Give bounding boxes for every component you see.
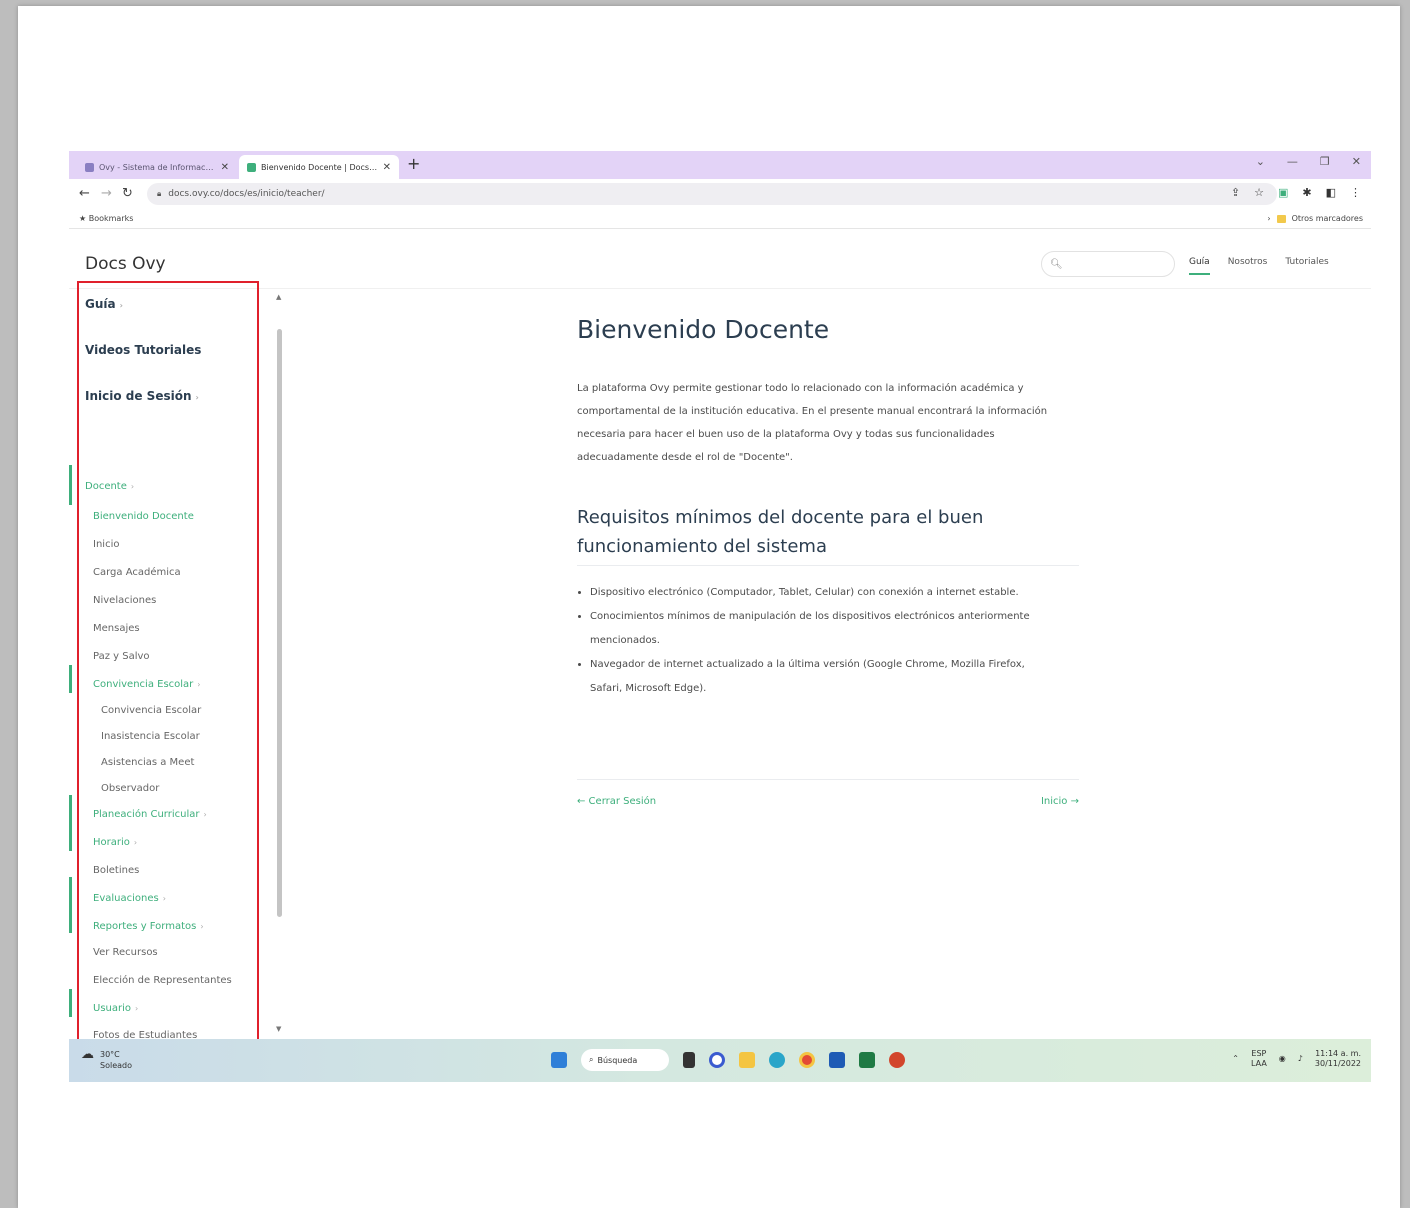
star-icon[interactable]: ☆ xyxy=(1254,186,1264,199)
site-header: Docs Ovy 🔍︎ Guía Nosotros Tutoriales xyxy=(69,239,1371,289)
taskbar: ☁︎ 30°C Soleado ⌕ Búsqueda ⌃ ESP LAA ◉ ♪… xyxy=(69,1039,1371,1082)
taskbar-search[interactable]: ⌕ Búsqueda xyxy=(581,1049,669,1071)
browser-screenshot: Ovy - Sistema de Información p ✕ Bienven… xyxy=(69,151,1371,1082)
bookmarks-bar: ★ Bookmarks › Otros marcadores xyxy=(69,209,1371,229)
lock-icon: 🔒︎ xyxy=(157,189,162,198)
requirements-list: Dispositivo electrónico (Computador, Tab… xyxy=(590,581,1060,701)
clock-time: 11:14 a. m. xyxy=(1315,1049,1361,1058)
minimize-icon[interactable]: — xyxy=(1287,155,1298,168)
taskbar-apps: ⌕ Búsqueda xyxy=(551,1049,905,1071)
chevron-icon: › xyxy=(1267,214,1271,223)
search-icon: ⌕ xyxy=(589,1055,594,1064)
close-tab-icon[interactable]: ✕ xyxy=(221,162,229,173)
weather-desc: Soleado xyxy=(100,1061,132,1070)
language-text: ESP xyxy=(1251,1049,1267,1058)
search-icon: 🔍︎ xyxy=(1050,258,1063,270)
wifi-icon[interactable]: ◉ xyxy=(1279,1054,1286,1064)
section-title: Requisitos mínimos del docente para el b… xyxy=(577,503,1079,566)
site-brand[interactable]: Docs Ovy xyxy=(85,254,166,274)
volume-icon[interactable]: ♪ xyxy=(1298,1054,1303,1064)
taskbar-search-label: Búsqueda xyxy=(597,1055,638,1065)
clock[interactable]: 11:14 a. m. 30/11/2022 xyxy=(1315,1049,1361,1069)
browser-toolbar: ← → ↻ 🔒︎ docs.ovy.co/docs/es/inicio/teac… xyxy=(69,179,1371,209)
other-bookmarks[interactable]: › Otros marcadores xyxy=(1267,214,1363,223)
scroll-down-icon[interactable]: ▼ xyxy=(276,1025,281,1033)
tab-search-icon[interactable]: ⌄ xyxy=(1256,155,1265,168)
folder-icon xyxy=(1276,214,1286,223)
forward-icon[interactable]: → xyxy=(101,186,112,201)
nav-tutoriales[interactable]: Tutoriales xyxy=(1285,257,1328,275)
sidebar-active-marker xyxy=(69,877,72,933)
docs-app: Docs Ovy 🔍︎ Guía Nosotros Tutoriales Guí… xyxy=(69,239,1371,1045)
clock-date: 30/11/2022 xyxy=(1314,1059,1361,1068)
language-layout: LAA xyxy=(1250,1059,1267,1068)
tab-ovy-sistema[interactable]: Ovy - Sistema de Información p ✕ xyxy=(77,155,237,179)
chat-icon[interactable] xyxy=(709,1052,725,1068)
document-page: Ovy - Sistema de Información p ✕ Bienven… xyxy=(18,6,1400,1208)
scroll-thumb[interactable] xyxy=(277,329,282,917)
close-window-icon[interactable]: ✕ xyxy=(1352,155,1361,168)
prev-page-link[interactable]: ← Cerrar Sesión xyxy=(577,796,656,807)
nav-guia[interactable]: Guía xyxy=(1189,257,1210,275)
bookmarks-text: Bookmarks xyxy=(88,214,134,223)
list-item: Conocimientos mínimos de manipulación de… xyxy=(590,605,1060,653)
scroll-up-icon[interactable]: ▲ xyxy=(276,293,281,301)
intro-paragraph: La plataforma Ovy permite gestionar todo… xyxy=(577,383,1048,463)
puzzle-icon[interactable]: ✱ xyxy=(1302,186,1311,199)
url-text: docs.ovy.co/docs/es/inicio/teacher/ xyxy=(168,189,325,199)
language-indicator[interactable]: ESP LAA xyxy=(1251,1049,1267,1069)
tab-title: Ovy - Sistema de Información p xyxy=(99,162,216,172)
sidepanel-icon[interactable]: ◧ xyxy=(1326,186,1336,199)
powerpoint-icon[interactable] xyxy=(889,1052,905,1068)
weather-icon: ☁︎ xyxy=(81,1047,94,1062)
excel-icon[interactable] xyxy=(859,1052,875,1068)
sidebar-scrollbar[interactable]: ▲ ▼ xyxy=(275,291,283,1039)
toolbar-icons: ⇪ ☆ ▣ ✱ ◧ ⋮ xyxy=(1231,186,1361,199)
outlook-icon[interactable] xyxy=(829,1052,845,1068)
windows-start-icon[interactable] xyxy=(551,1052,567,1068)
sidebar-active-marker xyxy=(69,989,72,1017)
sidebar-active-marker xyxy=(69,795,72,851)
maximize-icon[interactable]: ❐ xyxy=(1320,155,1330,168)
chevron-up-icon[interactable]: ⌃ xyxy=(1232,1054,1239,1064)
share-icon[interactable]: ⇪ xyxy=(1231,186,1240,199)
favicon-icon xyxy=(247,162,256,172)
chrome-icon[interactable] xyxy=(799,1052,815,1068)
menu-icon[interactable]: ⋮ xyxy=(1350,186,1361,199)
sidebar-highlight-box xyxy=(77,281,259,1045)
address-bar[interactable]: 🔒︎ docs.ovy.co/docs/es/inicio/teacher/ xyxy=(147,183,1277,205)
tab-title: Bienvenido Docente | Docs Ovy xyxy=(261,162,378,172)
list-item: Dispositivo electrónico (Computador, Tab… xyxy=(590,581,1060,605)
page-title: Bienvenido Docente xyxy=(577,315,830,344)
window-controls: ⌄ — ❐ ✕ xyxy=(1256,155,1361,168)
reload-icon[interactable]: ↻ xyxy=(122,186,133,201)
nav-nosotros[interactable]: Nosotros xyxy=(1228,257,1268,275)
page-nav: ← Cerrar Sesión Inicio → xyxy=(577,779,1079,807)
sidebar-active-marker xyxy=(69,465,72,505)
bookmarks-label[interactable]: ★ Bookmarks xyxy=(79,214,133,223)
weather-text: 30°C Soleado xyxy=(100,1049,132,1071)
new-tab-button[interactable]: + xyxy=(407,154,420,173)
other-bookmarks-label: Otros marcadores xyxy=(1291,214,1363,223)
extension-icon[interactable]: ▣ xyxy=(1278,186,1288,199)
favicon-icon xyxy=(85,162,94,172)
site-nav: Guía Nosotros Tutoriales xyxy=(1189,257,1329,275)
search-input[interactable]: 🔍︎ xyxy=(1041,251,1175,277)
weather-widget[interactable]: ☁︎ 30°C Soleado xyxy=(81,1047,132,1071)
task-view-icon[interactable] xyxy=(683,1052,695,1068)
back-icon[interactable]: ← xyxy=(79,186,90,201)
list-item: Navegador de internet actualizado a la ú… xyxy=(590,653,1060,701)
edge-icon[interactable] xyxy=(769,1052,785,1068)
tab-strip: Ovy - Sistema de Información p ✕ Bienven… xyxy=(69,151,1371,179)
sidebar-active-marker xyxy=(69,665,72,693)
weather-temp: 30°C xyxy=(100,1050,120,1059)
close-tab-icon[interactable]: ✕ xyxy=(383,162,391,173)
next-page-link[interactable]: Inicio → xyxy=(1041,796,1079,807)
tab-bienvenido-docente[interactable]: Bienvenido Docente | Docs Ovy ✕ xyxy=(239,155,399,179)
file-explorer-icon[interactable] xyxy=(739,1052,755,1068)
system-tray: ⌃ ESP LAA ◉ ♪ 11:14 a. m. 30/11/2022 xyxy=(1232,1049,1361,1069)
